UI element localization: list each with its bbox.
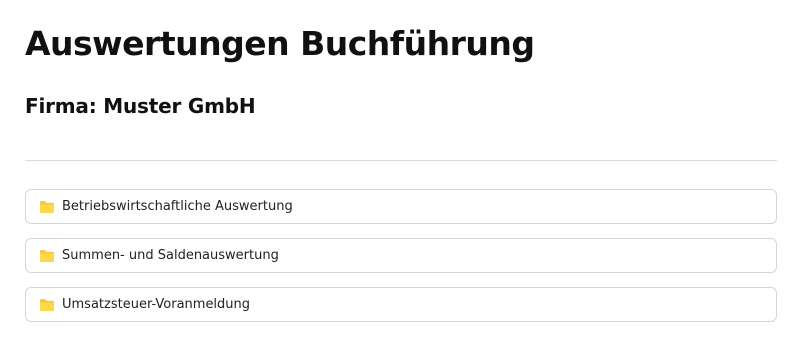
folder-icon (39, 249, 55, 263)
folder-item-betriebswirtschaftliche-auswertung[interactable]: Betriebswirtschaftliche Auswertung (25, 189, 777, 224)
folder-item-summen-und-saldenauswertung[interactable]: Summen- und Saldenauswertung (25, 238, 777, 273)
folder-label: Umsatzsteuer-Voranmeldung (62, 296, 251, 312)
folder-item-umsatzsteuer-voranmeldung[interactable]: Umsatzsteuer-Voranmeldung (25, 287, 777, 322)
folder-label: Betriebswirtschaftliche Auswertung (62, 198, 293, 214)
folder-icon (39, 200, 55, 214)
page-title: Auswertungen Buchführung (25, 24, 535, 63)
folder-label: Summen- und Saldenauswertung (62, 247, 279, 263)
folder-list: Betriebswirtschaftliche Auswertung Summe… (25, 189, 777, 336)
divider (25, 160, 777, 161)
company-heading: Firma: Muster GmbH (25, 94, 256, 118)
folder-icon (39, 298, 55, 312)
